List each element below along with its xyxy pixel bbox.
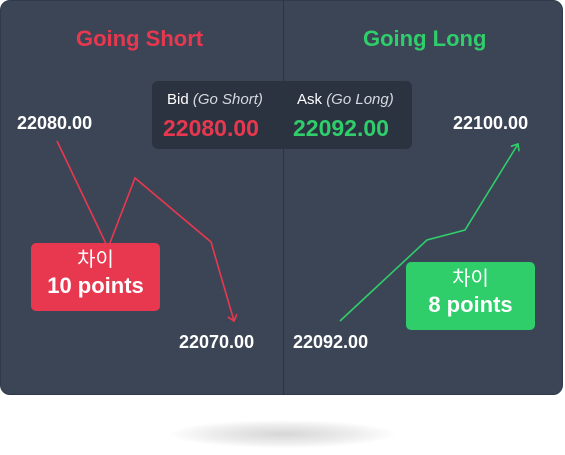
short-difference-points: 10 points [47, 273, 144, 298]
price-path-lines [56, 140, 565, 455]
long-start-price: 22092.00 [293, 332, 369, 352]
short-end-price: 22070.00 [179, 332, 255, 352]
long-end-price: 22100.00 [453, 113, 529, 133]
short-start-price: 22080.00 [17, 113, 93, 133]
short-difference-badge: 차이 10 points [31, 243, 160, 311]
short-difference-label: 차이 [77, 249, 114, 271]
long-difference-badge: 차이 8 points [406, 262, 535, 330]
long-difference-label: 차이 [452, 268, 489, 290]
long-difference-points: 8 points [428, 292, 513, 317]
